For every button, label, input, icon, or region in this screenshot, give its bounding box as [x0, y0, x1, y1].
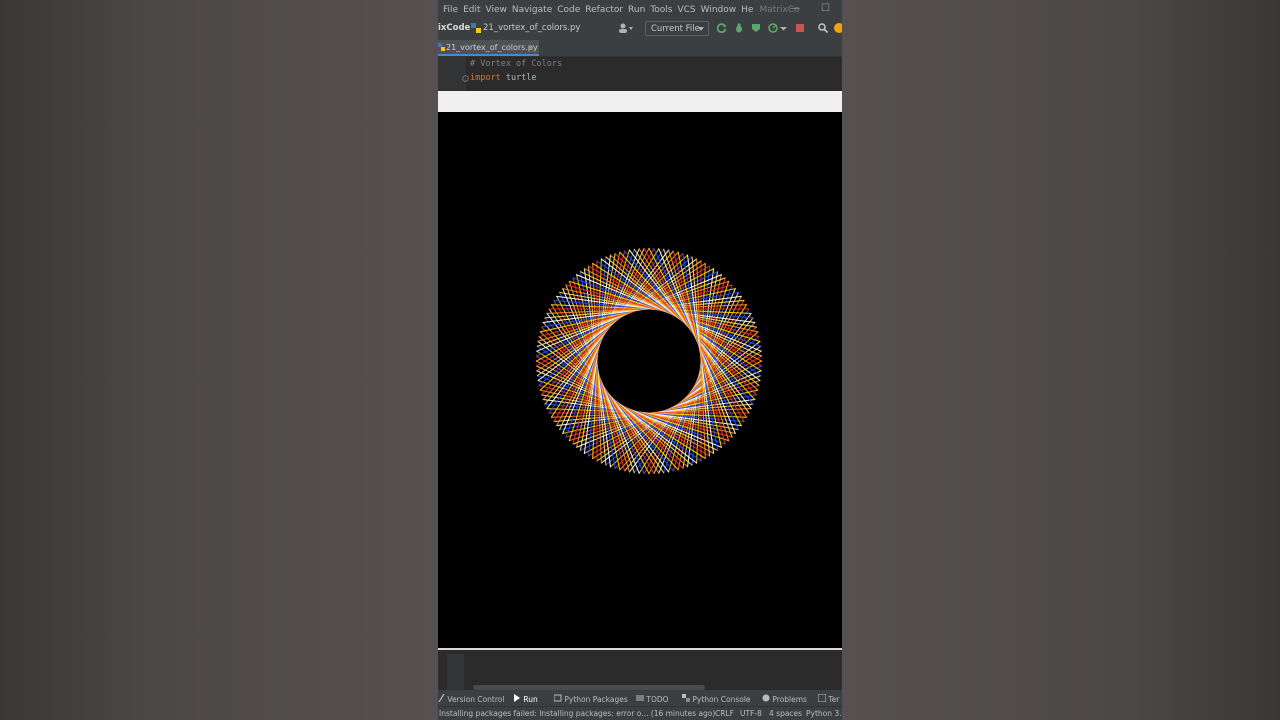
file-encoding[interactable]: UTF-8 — [740, 709, 762, 718]
menu-window[interactable]: Window — [701, 5, 737, 15]
python-file-icon — [471, 23, 481, 36]
tab-vortex-file[interactable]: 21_vortex_of_colors.py × — [438, 40, 539, 56]
menu-edit[interactable]: Edit — [463, 5, 480, 15]
menu-file[interactable]: File — [443, 5, 458, 15]
background-blur-left — [0, 0, 438, 720]
run-panel-toolbar — [447, 654, 464, 690]
file-crumb[interactable]: 21_vortex_of_colors.py — [483, 23, 580, 33]
tool-window-bar: Version Control Run Python Packages TODO… — [438, 690, 842, 706]
tool-python-packages[interactable]: Python Packages — [553, 694, 628, 704]
tool-python-console[interactable]: Python Console — [682, 694, 751, 704]
todo-icon — [636, 695, 644, 701]
menu-view[interactable]: View — [486, 5, 507, 15]
module-name: turtle — [500, 73, 537, 83]
close-icon[interactable]: × — [527, 40, 534, 56]
debug-icon[interactable] — [734, 23, 744, 33]
run-icon — [514, 694, 520, 702]
menu-help[interactable]: He — [741, 5, 753, 15]
tool-problems-label: Problems — [772, 695, 807, 704]
maximize-button[interactable]: ☐ — [821, 3, 830, 14]
status-message[interactable]: Installing packages failed: Installing p… — [439, 709, 715, 718]
fold-icon[interactable] — [462, 75, 469, 82]
search-icon[interactable] — [818, 23, 828, 33]
packages-icon — [553, 694, 562, 702]
menu-run[interactable]: Run — [628, 5, 645, 15]
tab-label: 21_vortex_of_colors.py — [446, 43, 538, 52]
tool-problems[interactable]: Problems — [762, 694, 807, 704]
run-panel — [438, 648, 842, 692]
line-separator[interactable]: CRLF — [715, 709, 734, 718]
menu-bar: File Edit View Navigate Code Refactor Ru… — [438, 0, 842, 19]
project-crumb[interactable]: ixCode — [438, 23, 470, 33]
profile-icon[interactable] — [768, 23, 778, 33]
minimize-button[interactable]: — — [790, 3, 800, 14]
menu-tools[interactable]: Tools — [650, 5, 672, 15]
tool-python-console-label: Python Console — [692, 695, 751, 704]
background-blur-right — [842, 0, 1280, 720]
tool-todo[interactable]: TODO — [636, 694, 669, 704]
terminal-icon — [817, 693, 827, 703]
tool-version-control[interactable]: Version Control — [438, 693, 505, 704]
keyword-import: import — [470, 73, 501, 83]
editor-gutter — [438, 57, 469, 91]
ide-window: File Edit View Navigate Code Refactor Ru… — [438, 0, 842, 720]
tool-todo-label: TODO — [646, 695, 669, 704]
editor-tab-bar: 21_vortex_of_colors.py × — [438, 40, 842, 57]
console-icon — [682, 694, 690, 702]
chevron-down-icon — [698, 27, 704, 31]
turtle-window-titlebar — [438, 91, 842, 112]
git-icon — [438, 693, 445, 703]
tool-run[interactable]: Run — [514, 694, 538, 704]
menu-navigate[interactable]: Navigate — [512, 5, 552, 15]
tool-terminal[interactable]: Ter — [817, 693, 840, 704]
stop-icon[interactable] — [795, 23, 805, 33]
code-line-comment: # Vortex of Colors — [470, 59, 563, 69]
menu-refactor[interactable]: Refactor — [585, 5, 623, 15]
vortex-of-colors-drawing — [535, 247, 763, 475]
tool-terminal-label: Ter — [828, 695, 840, 704]
menu-code[interactable]: Code — [557, 5, 580, 15]
user-icon[interactable] — [618, 23, 634, 36]
run-configuration-select[interactable]: Current File — [645, 21, 709, 36]
status-bar: Installing packages failed: Installing p… — [438, 706, 842, 720]
coverage-icon[interactable] — [751, 23, 761, 33]
code-editor[interactable]: # Vortex of Colors import turtle — [438, 57, 842, 91]
python-file-icon — [438, 43, 445, 51]
tool-run-label: Run — [523, 695, 538, 704]
problems-icon — [762, 694, 770, 702]
toolbar: ixCode 21_vortex_of_colors.py Current Fi… — [438, 19, 842, 41]
indent-setting[interactable]: 4 spaces — [769, 709, 802, 718]
turtle-canvas — [438, 112, 842, 648]
tool-version-control-label: Version Control — [447, 695, 505, 704]
more-run-chevron-icon[interactable] — [780, 23, 787, 33]
notifications-icon[interactable] — [834, 23, 842, 33]
python-interpreter[interactable]: Python 3.9 — [806, 709, 842, 718]
menu-vcs[interactable]: VCS — [677, 5, 695, 15]
tool-python-packages-label: Python Packages — [564, 695, 628, 704]
rerun-icon[interactable] — [717, 23, 727, 33]
code-line-import: import turtle — [470, 73, 537, 83]
run-configuration-label: Current File — [651, 24, 700, 34]
